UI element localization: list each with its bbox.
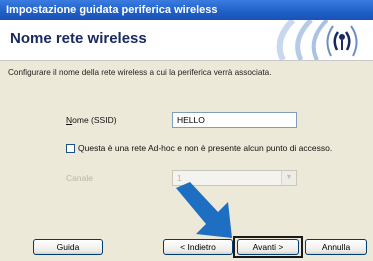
ssid-input[interactable]: HELLO [172,112,297,128]
window-title-bar: Impostazione guidata periferica wireless [0,0,373,20]
back-button[interactable]: < Indietro [163,239,233,255]
next-button[interactable]: Avanti > [237,239,299,255]
description-text: Configurare il nome della rete wireless … [8,68,272,77]
wireless-signal-icon [263,20,373,60]
adhoc-checkbox[interactable] [66,144,75,153]
cancel-button[interactable]: Annulla [305,239,367,255]
page-title: Nome rete wireless [10,30,147,47]
adhoc-checkbox-label[interactable]: Questa è una rete Ad-hoc e non è present… [78,143,332,153]
help-button[interactable]: Guida [33,239,103,255]
ssid-label: Nome (SSID) [66,115,117,125]
chevron-down-icon: ▼ [281,171,296,185]
pointer-arrow-icon [176,182,232,238]
window-title: Impostazione guidata periferica wireless [6,4,218,16]
wizard-header: Nome rete wireless [0,20,373,61]
ssid-label-text: ome (SSID) [72,115,117,125]
channel-label: Canale [66,173,93,183]
